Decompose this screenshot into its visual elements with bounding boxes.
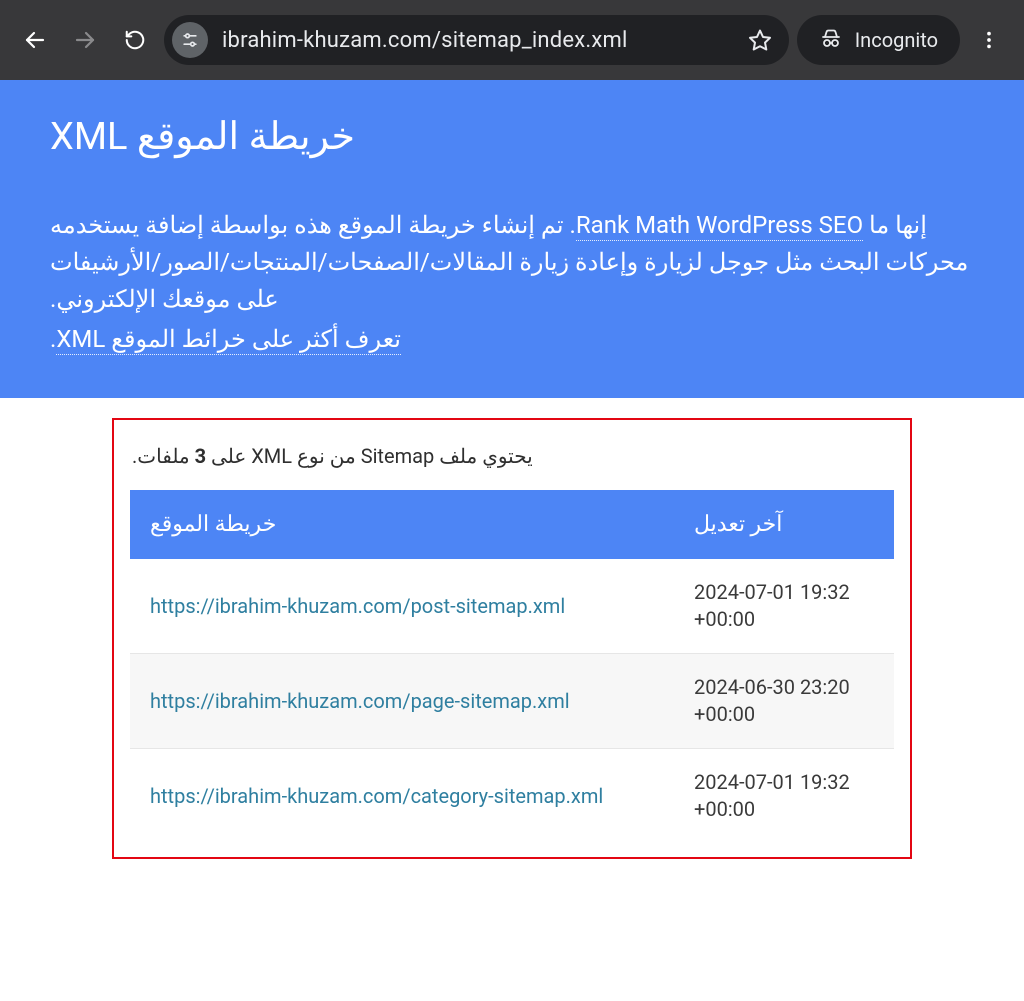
summary-suffix: ملفات. bbox=[132, 444, 195, 468]
table-row: https://ibrahim-khuzam.com/page-sitemap.… bbox=[130, 653, 894, 748]
content-wrap: يحتوي ملف Sitemap من نوع XML على 3 ملفات… bbox=[0, 398, 1024, 859]
desc-p1-pre: إنها ما bbox=[863, 211, 927, 239]
address-bar[interactable]: ibrahim-khuzam.com/sitemap_index.xml bbox=[164, 15, 789, 65]
sitemap-box: يحتوي ملف Sitemap من نوع XML على 3 ملفات… bbox=[112, 418, 912, 859]
table-header-row: خريطة الموقع آخر تعديل bbox=[130, 490, 894, 559]
incognito-icon bbox=[819, 26, 843, 54]
col-modified: آخر تعديل bbox=[674, 490, 894, 559]
last-modified: 2024-07-01 19:32+00:00 bbox=[674, 748, 894, 843]
last-modified: 2024-06-30 23:20+00:00 bbox=[674, 653, 894, 748]
browser-chrome: ibrahim-khuzam.com/sitemap_index.xml Inc… bbox=[0, 0, 1024, 80]
back-button[interactable] bbox=[14, 19, 56, 61]
url-text: ibrahim-khuzam.com/sitemap_index.xml bbox=[222, 28, 739, 53]
bookmark-star-icon[interactable] bbox=[739, 19, 781, 61]
kebab-menu-button[interactable] bbox=[968, 19, 1010, 61]
summary-prefix: يحتوي ملف Sitemap من نوع XML على bbox=[206, 444, 533, 468]
sitemap-link[interactable]: https://ibrahim-khuzam.com/post-sitemap.… bbox=[150, 594, 565, 618]
sitemap-link[interactable]: https://ibrahim-khuzam.com/category-site… bbox=[150, 784, 603, 808]
incognito-chip[interactable]: Incognito bbox=[797, 15, 960, 65]
summary-count: 3 bbox=[195, 444, 206, 468]
page-hero: خريطة الموقع XML إنها ما Rank Math WordP… bbox=[0, 80, 1024, 398]
page-title: خريطة الموقع XML bbox=[50, 114, 974, 159]
col-sitemap: خريطة الموقع bbox=[130, 490, 674, 559]
learn-more-link[interactable]: تعرف أكثر على خرائط الموقع XML bbox=[56, 325, 401, 355]
sitemap-summary: يحتوي ملف Sitemap من نوع XML على 3 ملفات… bbox=[132, 444, 892, 468]
rankmath-link[interactable]: Rank Math WordPress SEO bbox=[576, 211, 863, 241]
sitemap-table: خريطة الموقع آخر تعديل https://ibrahim-k… bbox=[130, 490, 894, 843]
page-description: إنها ما Rank Math WordPress SEO. تم إنشا… bbox=[50, 207, 974, 358]
forward-button[interactable] bbox=[64, 19, 106, 61]
reload-button[interactable] bbox=[114, 19, 156, 61]
sitemap-link[interactable]: https://ibrahim-khuzam.com/page-sitemap.… bbox=[150, 689, 570, 713]
last-modified: 2024-07-01 19:32+00:00 bbox=[674, 559, 894, 654]
site-settings-icon[interactable] bbox=[172, 22, 208, 58]
incognito-label: Incognito bbox=[855, 28, 938, 52]
table-row: https://ibrahim-khuzam.com/post-sitemap.… bbox=[130, 559, 894, 654]
table-row: https://ibrahim-khuzam.com/category-site… bbox=[130, 748, 894, 843]
